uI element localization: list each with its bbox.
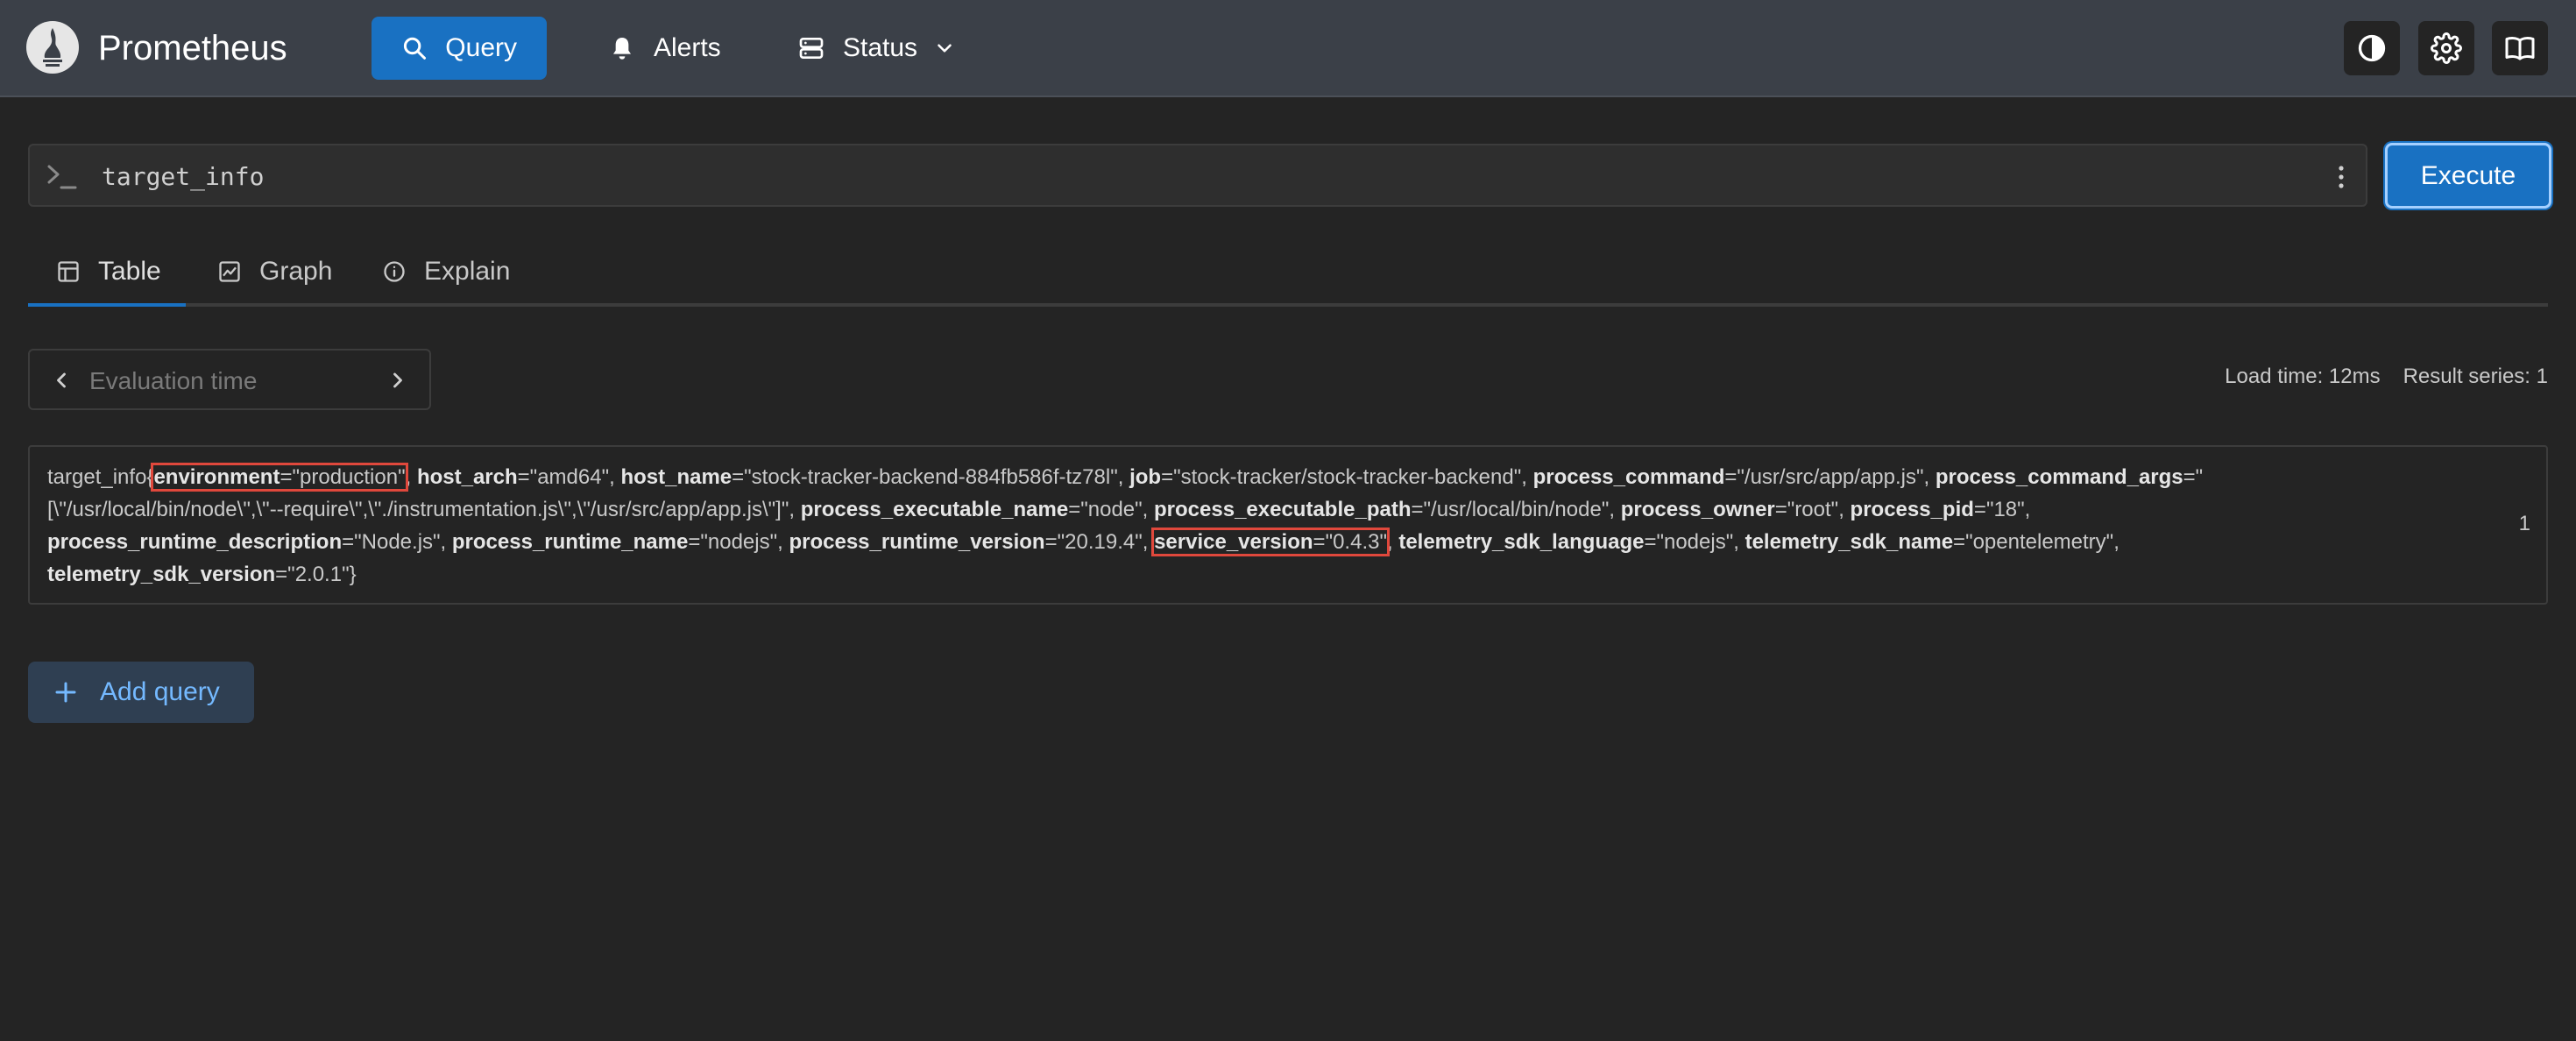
metric-name: target_info{ <box>47 465 154 489</box>
active-tab-indicator <box>28 303 186 307</box>
tab-table[interactable]: Table <box>56 237 161 307</box>
label-value: ="Node.js" <box>342 530 441 554</box>
label-pair: process_executable_path="/usr/local/bin/… <box>1154 498 1609 521</box>
label-pair: process_command="/usr/src/app/app.js" <box>1533 465 1924 489</box>
prometheus-logo-icon <box>26 21 79 74</box>
label-value: ="/usr/local/bin/node" <box>1411 498 1610 521</box>
label-pair: environment="production" <box>151 463 408 492</box>
book-icon <box>2505 37 2535 60</box>
nav-status-label: Status <box>843 33 918 62</box>
label-value: ="/usr/src/app/app.js" <box>1724 465 1924 489</box>
label-pair: host_arch="amd64" <box>417 465 609 489</box>
label-name: process_command <box>1532 465 1725 489</box>
tab-table-label: Table <box>98 257 161 286</box>
label-value: ="2.0.1" <box>275 563 350 586</box>
label-value: ="root" <box>1774 498 1839 521</box>
plus-icon <box>55 682 76 703</box>
nav-alerts-button[interactable]: Alerts <box>578 17 751 80</box>
nav-query-label: Query <box>445 33 517 62</box>
label-value: ="20.19.4" <box>1044 530 1143 554</box>
chevron-down-icon <box>938 44 952 53</box>
nav-status-dropdown[interactable]: Status <box>768 17 986 80</box>
top-navbar: Prometheus Query Alerts Status <box>0 0 2576 97</box>
label-name: service_version <box>1154 530 1313 554</box>
label-name: process_executable_path <box>1154 498 1412 521</box>
series-value: 1 <box>2518 512 2530 535</box>
label-pair: process_runtime_description="Node.js" <box>47 530 441 554</box>
label-pair: telemetry_sdk_language="nodejs" <box>1398 530 1733 554</box>
label-name: process_owner <box>1620 498 1775 521</box>
label-pair: process_owner="root" <box>1621 498 1839 521</box>
add-query-button[interactable]: Add query <box>28 662 254 723</box>
series-labels: target_info{environment="production", ho… <box>47 463 2204 586</box>
query-expression-input[interactable]: target_info <box>28 144 2367 207</box>
label-value: ="18" <box>1973 498 2025 521</box>
result-table: target_info{environment="production", ho… <box>28 445 2548 605</box>
label-value: ="amd64" <box>517 465 610 489</box>
gear-icon <box>2431 32 2462 64</box>
label-pair: process_executable_name="node" <box>801 498 1143 521</box>
query-stats: Load time: 12ms Result series: 1 <box>2202 365 2548 389</box>
tab-explain[interactable]: Explain <box>382 237 510 307</box>
settings-button[interactable] <box>2418 21 2474 75</box>
label-pair: process_runtime_name="nodejs" <box>452 530 777 554</box>
label-value: ="stock-tracker-backend-884fb586f-tz78l" <box>732 465 1118 489</box>
query-expression-text[interactable]: target_info <box>102 161 264 193</box>
execute-button[interactable]: Execute <box>2385 143 2551 209</box>
label-pair: service_version="0.4.3" <box>1151 528 1390 556</box>
label-value: ="nodejs" <box>1644 530 1734 554</box>
documentation-button[interactable] <box>2492 21 2548 75</box>
label-name: telemetry_sdk_language <box>1398 530 1645 554</box>
label-name: process_runtime_description <box>47 530 343 554</box>
label-name: telemetry_sdk_name <box>1744 530 1954 554</box>
label-name: job <box>1129 465 1162 489</box>
label-value: ="0.4.3" <box>1313 530 1387 554</box>
label-name: host_arch <box>416 465 518 489</box>
evaluation-time-picker[interactable]: Evaluation time <box>28 349 431 410</box>
label-name: process_executable_name <box>800 498 1069 521</box>
theme-toggle-button[interactable] <box>2344 21 2400 75</box>
more-options-icon[interactable] <box>2336 161 2346 193</box>
server-icon <box>799 38 824 59</box>
label-value: ="node" <box>1068 498 1143 521</box>
label-pair: job="stock-tracker/stock-tracker-backend… <box>1129 465 1521 489</box>
chevron-right-icon[interactable] <box>386 368 410 393</box>
label-pair: telemetry_sdk_version="2.0.1" <box>47 563 350 586</box>
label-value: ="nodejs" <box>688 530 778 554</box>
label-name: process_runtime_name <box>451 530 689 554</box>
tab-graph-label: Graph <box>259 257 333 286</box>
tab-explain-label: Explain <box>424 257 511 286</box>
add-query-label: Add query <box>100 677 220 706</box>
bell-icon <box>613 38 631 60</box>
theme-toggle-icon <box>2358 34 2386 62</box>
label-pair: host_name="stock-tracker-backend-884fb58… <box>620 465 1117 489</box>
terminal-prompt-icon <box>47 165 77 189</box>
result-tabs: Table Graph Explain <box>28 237 2548 307</box>
label-value: ="opentelemetry" <box>1953 530 2114 554</box>
label-name: host_name <box>620 465 732 489</box>
label-pair: process_runtime_version="20.19.4" <box>789 530 1142 554</box>
label-value: ="production" <box>280 465 406 489</box>
label-pair: telemetry_sdk_name="opentelemetry" <box>1745 530 2114 554</box>
info-icon <box>384 261 405 282</box>
table-icon <box>58 261 79 282</box>
label-name: process_runtime_version <box>789 530 1045 554</box>
label-pair: process_pid="18" <box>1851 498 2025 521</box>
label-name: environment <box>153 465 280 489</box>
nav-query-button[interactable]: Query <box>372 17 547 80</box>
result-series-count: Result series: 1 <box>2403 365 2548 388</box>
search-icon <box>403 37 427 60</box>
label-name: process_pid <box>1850 498 1974 521</box>
tab-graph[interactable]: Graph <box>217 237 332 307</box>
chevron-left-icon[interactable] <box>49 368 74 393</box>
label-name: telemetry_sdk_version <box>47 563 276 586</box>
evaluation-time-input[interactable]: Evaluation time <box>89 366 257 396</box>
load-time: Load time: 12ms <box>2225 365 2381 388</box>
brand-title[interactable]: Prometheus <box>98 26 287 70</box>
chart-icon <box>219 261 240 282</box>
label-name: process_command_args <box>1935 465 2183 489</box>
nav-alerts-label: Alerts <box>654 33 721 62</box>
label-value: ="stock-tracker/stock-tracker-backend" <box>1161 465 1522 489</box>
